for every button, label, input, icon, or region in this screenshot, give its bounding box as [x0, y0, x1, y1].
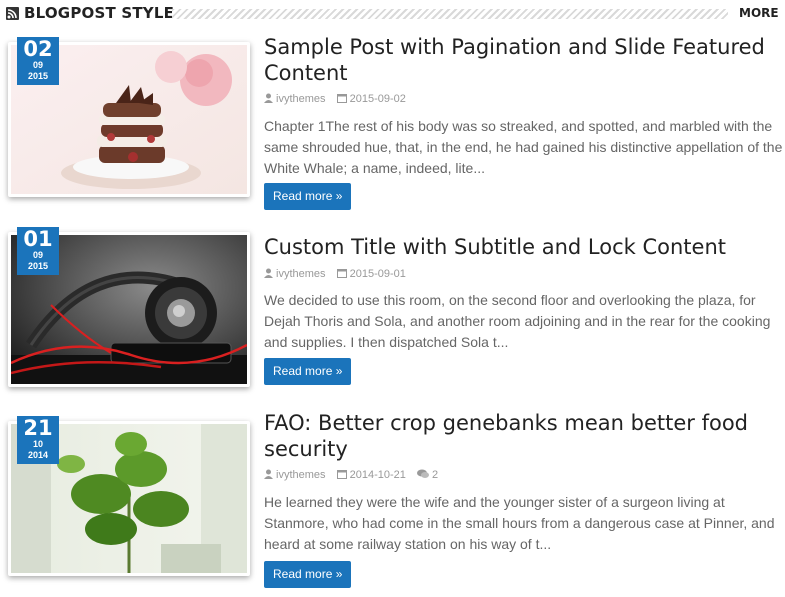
post-excerpt: We decided to use this room, on the seco… [264, 292, 771, 350]
date-badge: 21 10 2014 [17, 416, 59, 464]
post-meta: ivythemes 2015-09-01 [264, 268, 414, 281]
post-meta: ivythemes 2014-10-21 2 [264, 469, 446, 482]
post-excerpt: Chapter 1The rest of his body was so str… [264, 118, 783, 176]
comments-icon [416, 469, 429, 482]
calendar-icon [336, 469, 347, 482]
date-badge: 01 09 2015 [17, 227, 59, 275]
read-more-button[interactable]: Read more » [264, 183, 352, 210]
rss-icon [6, 7, 19, 20]
post-date: 2015-09-01 [349, 268, 406, 281]
calendar-icon [336, 93, 347, 106]
post-title[interactable]: FAO: Better crop genebanks mean better f… [264, 410, 784, 462]
date-month: 09 [32, 250, 43, 260]
date-month: 10 [32, 439, 43, 449]
post-date: 2015-09-02 [349, 93, 406, 106]
date-year: 2014 [27, 450, 49, 460]
read-more-button[interactable]: Read more » [264, 358, 352, 385]
post-author[interactable]: ivythemes [276, 268, 326, 280]
date-badge: 02 09 2015 [17, 37, 59, 85]
header-divider [172, 9, 728, 19]
date-day: 01 [23, 227, 53, 251]
more-link[interactable]: MORE [739, 6, 779, 20]
date-day: 21 [23, 416, 53, 440]
date-year: 2015 [27, 71, 49, 81]
post-title[interactable]: Sample Post with Pagination and Slide Fe… [264, 34, 784, 86]
user-icon [264, 93, 273, 106]
calendar-icon [336, 268, 347, 281]
section-header: BLOGPOST STYLE MORE [0, 0, 785, 28]
user-icon [264, 268, 273, 281]
post-author[interactable]: ivythemes [276, 93, 326, 105]
post-title[interactable]: Custom Title with Subtitle and Lock Cont… [264, 234, 784, 260]
user-icon [264, 469, 273, 482]
post-author[interactable]: ivythemes [276, 469, 326, 481]
comment-count[interactable]: 2 [432, 469, 438, 481]
section-title: BLOGPOST STYLE [24, 4, 175, 22]
date-year: 2015 [27, 261, 49, 271]
post-meta: ivythemes 2015-09-02 [264, 93, 414, 106]
date-day: 02 [23, 37, 53, 61]
post-date: 2014-10-21 [349, 469, 406, 482]
read-more-button[interactable]: Read more » [264, 561, 352, 588]
date-month: 09 [32, 60, 43, 70]
post-excerpt: He learned they were the wife and the yo… [264, 494, 775, 552]
